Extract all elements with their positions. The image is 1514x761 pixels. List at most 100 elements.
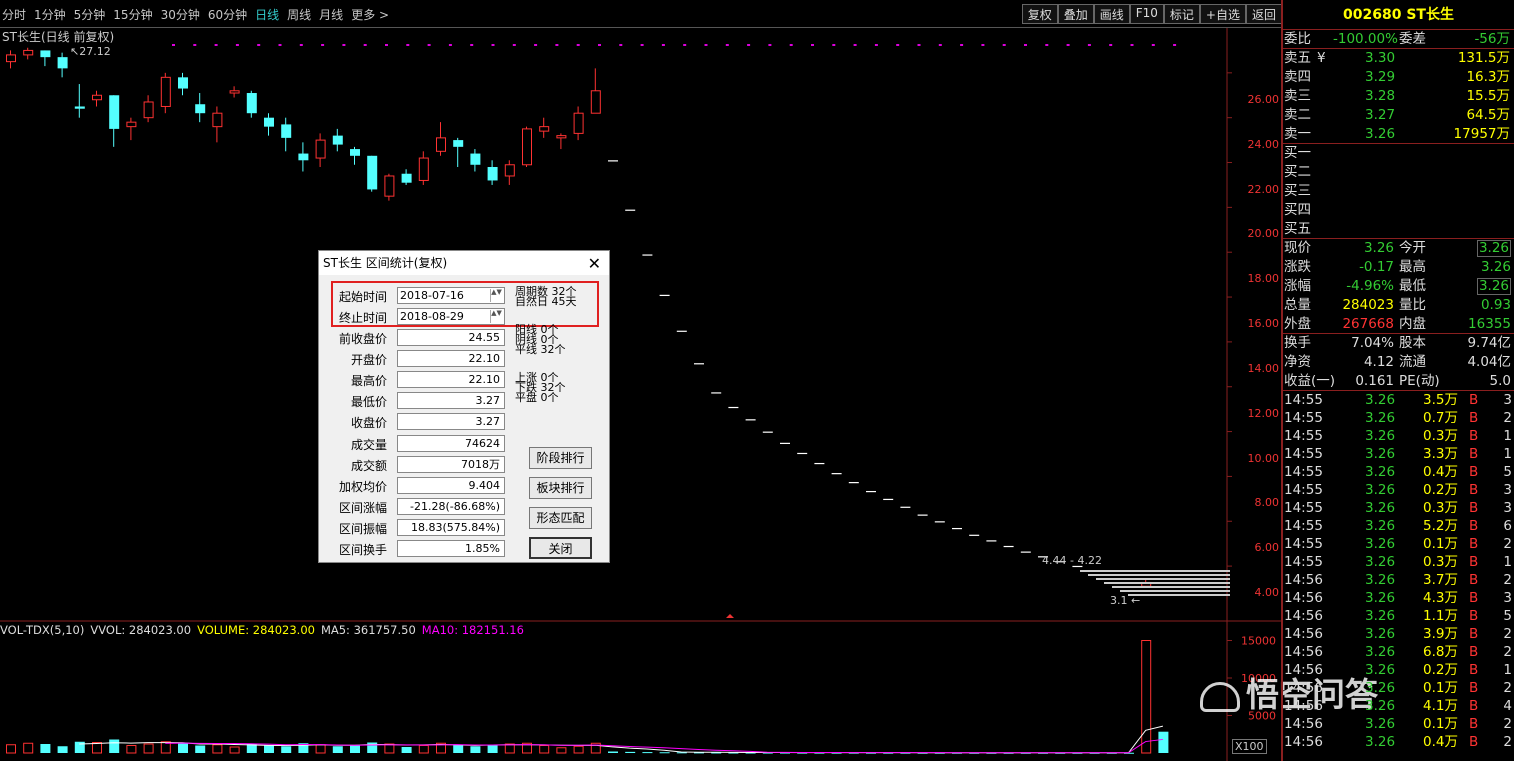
candle xyxy=(195,93,206,123)
tool-button-3[interactable]: F10 xyxy=(1129,4,1164,24)
candle xyxy=(126,117,137,141)
buy-row[interactable]: 买四 xyxy=(1283,201,1514,220)
top-marker xyxy=(896,44,900,46)
top-marker xyxy=(214,44,218,46)
tick-row[interactable]: 14:55 3.26 0.1万 B 2 xyxy=(1283,535,1514,553)
spinner-icon[interactable]: ▲▼ xyxy=(490,289,502,302)
tick-price: 3.26 xyxy=(1365,626,1396,642)
tool-button-2[interactable]: 画线 xyxy=(1093,4,1130,24)
tick-row[interactable]: 14:56 3.26 0.2万 B 1 xyxy=(1283,661,1514,679)
tick-row[interactable]: 14:56 3.26 0.1万 B 2 xyxy=(1283,679,1514,697)
kline-chart[interactable]: 150001000050004.44 - 4.223.1 ← xyxy=(0,28,1281,761)
period-tab-7[interactable]: 周线 xyxy=(287,6,311,23)
tick-row[interactable]: 14:55 3.26 0.7万 B 2 xyxy=(1283,409,1514,427)
period-tab-0[interactable]: 分时 xyxy=(2,6,26,23)
volume-bar xyxy=(418,745,429,754)
tick-row[interactable]: 14:55 3.26 3.5万 B 3 xyxy=(1283,391,1514,409)
stat-label: 今开 xyxy=(1399,240,1426,256)
candle xyxy=(608,160,618,162)
volume-bar xyxy=(625,751,636,753)
candle xyxy=(246,90,257,118)
stat-label: 最低 xyxy=(1399,278,1426,294)
top-marker xyxy=(1087,44,1091,46)
tool-button-0[interactable]: 复权 xyxy=(1021,4,1058,24)
dialog-button-3[interactable]: 关闭 xyxy=(529,537,592,559)
spinner-icon[interactable]: ▲▼ xyxy=(490,310,502,323)
tick-list[interactable]: 14:55 3.26 3.5万 B 3 14:55 3.26 0.7万 B 2 14:55 3.26 0… xyxy=(1283,391,1514,751)
tick-volume: 5.2万 xyxy=(1423,518,1458,534)
value-field: 24.55 xyxy=(397,329,505,346)
tick-row[interactable]: 14:56 3.26 4.3万 B 3 xyxy=(1283,589,1514,607)
tick-row[interactable]: 14:56 3.26 0.1万 B 2 xyxy=(1283,715,1514,733)
price-tick-label: 24.00 xyxy=(1247,137,1280,151)
tick-row[interactable]: 14:55 3.26 3.3万 B 1 xyxy=(1283,445,1514,463)
period-tab-6[interactable]: 日线 xyxy=(255,6,279,23)
volume-bar xyxy=(1141,640,1152,754)
buy-row[interactable]: 买二 xyxy=(1283,163,1514,182)
candle xyxy=(814,462,825,465)
dialog-button-1[interactable]: 板块排行 xyxy=(529,477,592,499)
tick-price: 3.26 xyxy=(1365,464,1396,480)
period-tab-4[interactable]: 30分钟 xyxy=(161,6,200,23)
date-input[interactable]: 2018-08-29 ▲▼ xyxy=(397,308,505,325)
tick-row[interactable]: 14:55 3.26 0.4万 B 5 xyxy=(1283,463,1514,481)
sell-row[interactable]: 卖四 3.29 16.3万 xyxy=(1283,68,1514,87)
tick-count: 5 xyxy=(1503,608,1512,624)
sell-row[interactable]: 卖二 3.27 64.5万 xyxy=(1283,106,1514,125)
tick-row[interactable]: 14:56 3.26 1.1万 B 5 xyxy=(1283,607,1514,625)
ma5-line xyxy=(79,725,1164,754)
period-tab-3[interactable]: 15分钟 xyxy=(113,6,152,23)
dialog-button-0[interactable]: 阶段排行 xyxy=(529,447,592,469)
field-label: 前收盘价 xyxy=(338,332,387,346)
tick-side: B xyxy=(1469,608,1479,624)
tick-side: B xyxy=(1469,536,1479,552)
top-marker xyxy=(832,44,836,46)
dialog-titlebar[interactable]: ST长生 区间统计(复权) ✕ xyxy=(319,251,609,275)
tick-row[interactable]: 14:56 3.26 3.7万 B 2 xyxy=(1283,571,1514,589)
sell-row[interactable]: 卖一 3.26 17957万 xyxy=(1283,125,1514,144)
tick-count: 3 xyxy=(1503,590,1512,606)
tick-time: 14:55 xyxy=(1284,428,1323,444)
top-marker xyxy=(640,44,644,46)
stat-value: 0.161 xyxy=(1355,373,1394,389)
tick-row[interactable]: 14:56 3.26 3.9万 B 2 xyxy=(1283,625,1514,643)
buy-row[interactable]: 买一 xyxy=(1283,144,1514,163)
candle xyxy=(952,527,962,530)
period-tab-1[interactable]: 1分钟 xyxy=(34,6,66,23)
tool-button-5[interactable]: +自选 xyxy=(1199,4,1246,24)
chart-area[interactable]: 15000 10000 5000 4.44 - 4.22 3.1 ← ST长生(日线 前… xyxy=(0,28,1281,761)
tick-side: B xyxy=(1469,734,1479,750)
candle xyxy=(470,149,481,172)
close-icon[interactable]: ✕ xyxy=(588,252,601,276)
period-tab-2[interactable]: 5分钟 xyxy=(74,6,106,23)
period-tab-9[interactable]: 更多 > xyxy=(351,6,389,23)
tick-row[interactable]: 14:55 3.26 0.3万 B 1 xyxy=(1283,427,1514,445)
volume-indicator-header: VOL-TDX(5,10) VVOL: 284023.00 VOLUME: 2840… xyxy=(0,623,530,637)
tick-price: 3.26 xyxy=(1365,662,1396,678)
sell-row[interactable]: 卖三 3.28 15.5万 xyxy=(1283,87,1514,106)
period-tab-8[interactable]: 月线 xyxy=(319,6,343,23)
dialog-button-2[interactable]: 形态匹配 xyxy=(529,507,592,529)
tool-button-1[interactable]: 叠加 xyxy=(1057,4,1094,24)
tick-row[interactable]: 14:55 3.26 0.2万 B 3 xyxy=(1283,481,1514,499)
sell-row[interactable]: 卖五 ¥3.30 131.5万 xyxy=(1283,49,1514,68)
tick-row[interactable]: 14:56 3.26 4.1万 B 4 xyxy=(1283,697,1514,715)
tick-time: 14:56 xyxy=(1284,626,1323,642)
tick-row[interactable]: 14:56 3.26 6.8万 B 2 xyxy=(1283,643,1514,661)
tick-row[interactable]: 14:55 3.26 5.2万 B 6 xyxy=(1283,517,1514,535)
tool-button-6[interactable]: 返回 xyxy=(1245,4,1282,24)
tick-row[interactable]: 14:56 3.26 0.4万 B 2 xyxy=(1283,733,1514,751)
top-marker xyxy=(811,44,814,46)
tick-row[interactable]: 14:55 3.26 0.3万 B 1 xyxy=(1283,553,1514,571)
buy-row[interactable]: 买三 xyxy=(1283,182,1514,201)
tick-volume: 3.7万 xyxy=(1423,572,1458,588)
tick-row[interactable]: 14:55 3.26 0.3万 B 3 xyxy=(1283,499,1514,517)
period-tab-5[interactable]: 60分钟 xyxy=(208,6,247,23)
buy-row[interactable]: 买五 xyxy=(1283,220,1514,239)
candle xyxy=(436,122,446,156)
candle xyxy=(556,133,567,150)
tick-time: 14:56 xyxy=(1284,734,1323,750)
date-input[interactable]: 2018-07-16 ▲▼ xyxy=(397,287,505,304)
field-label: 区间换手 xyxy=(338,543,387,557)
tool-button-4[interactable]: 标记 xyxy=(1163,4,1200,24)
